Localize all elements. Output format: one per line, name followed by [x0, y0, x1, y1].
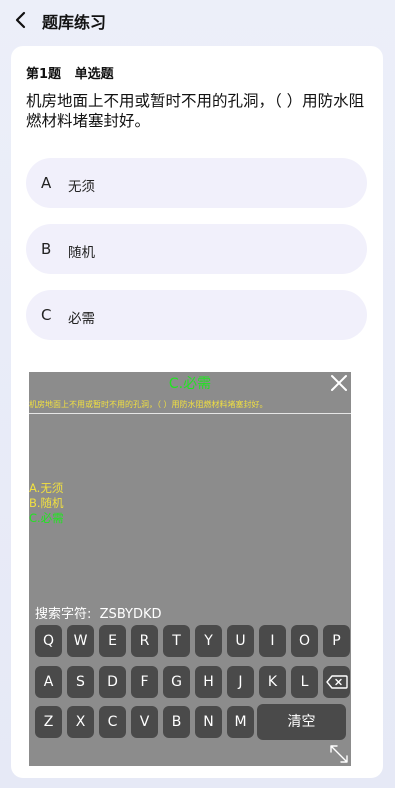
key-f[interactable]: F: [131, 666, 158, 698]
top-bar: 题库练习: [0, 0, 395, 40]
key-b[interactable]: B: [163, 706, 190, 738]
back-arrow-icon[interactable]: [12, 10, 30, 30]
close-icon[interactable]: [329, 373, 349, 393]
backspace-key[interactable]: [323, 666, 350, 698]
key-e[interactable]: E: [99, 625, 126, 657]
key-v[interactable]: V: [131, 706, 158, 738]
key-j[interactable]: J: [227, 666, 254, 698]
answer-search-overlay: C.必需 机房地面上不用或暂时不用的孔洞，（ ）用防水阻燃材料堵塞封好。 A.无…: [29, 372, 351, 766]
key-k[interactable]: K: [259, 666, 286, 698]
key-c[interactable]: C: [99, 706, 126, 738]
overlay-option-b: B.随机: [29, 496, 64, 510]
option-text: 必需: [68, 311, 95, 327]
key-q[interactable]: Q: [35, 625, 62, 657]
option-c[interactable]: C 必需: [26, 290, 367, 340]
key-w[interactable]: W: [67, 625, 94, 657]
overlay-answer: C.必需: [168, 376, 212, 392]
key-i[interactable]: I: [259, 625, 286, 657]
option-letter: A: [41, 174, 52, 192]
option-letter: B: [41, 240, 52, 258]
question-header: 第1题 单选题: [26, 63, 114, 82]
option-text: 随机: [68, 245, 95, 261]
key-d[interactable]: D: [99, 666, 126, 698]
key-t[interactable]: T: [163, 625, 190, 657]
key-g[interactable]: G: [163, 666, 190, 698]
key-x[interactable]: X: [67, 706, 94, 738]
key-o[interactable]: O: [291, 625, 318, 657]
option-text: 无须: [68, 179, 95, 195]
question-number: 第1题: [26, 67, 62, 82]
option-b[interactable]: B 随机: [26, 224, 367, 274]
search-value: ZSBYDKD: [99, 607, 162, 622]
question-type: 单选题: [74, 67, 114, 82]
key-h[interactable]: H: [195, 666, 222, 698]
search-field[interactable]: 搜索字符: ZSBYDKD: [35, 603, 162, 622]
key-n[interactable]: N: [195, 706, 222, 738]
overlay-question: 机房地面上不用或暂时不用的孔洞，（ ）用防水阻燃材料堵塞封好。: [29, 400, 268, 409]
key-a[interactable]: A: [35, 666, 62, 698]
clear-button[interactable]: 清空: [257, 704, 346, 740]
option-letter: C: [41, 306, 52, 324]
page-title: 题库练习: [42, 13, 107, 32]
key-u[interactable]: U: [227, 625, 254, 657]
overlay-option-a: A.无须: [29, 481, 64, 495]
divider: [29, 413, 351, 414]
key-p[interactable]: P: [323, 625, 350, 657]
resize-icon[interactable]: [329, 744, 349, 764]
backspace-icon: [325, 675, 348, 689]
option-a[interactable]: A 无须: [26, 158, 367, 208]
key-s[interactable]: S: [67, 666, 94, 698]
key-m[interactable]: M: [227, 706, 254, 738]
key-z[interactable]: Z: [35, 706, 62, 738]
question-text: 机房地面上不用或暂时不用的孔洞，（ ）用防水阻燃材料堵塞封好。: [26, 92, 365, 130]
key-y[interactable]: Y: [195, 625, 222, 657]
search-label: 搜索字符:: [35, 607, 92, 622]
overlay-option-c: C.必需: [29, 511, 64, 525]
overlay-header: C.必需: [29, 372, 351, 394]
key-r[interactable]: R: [131, 625, 158, 657]
key-l[interactable]: L: [291, 666, 318, 698]
